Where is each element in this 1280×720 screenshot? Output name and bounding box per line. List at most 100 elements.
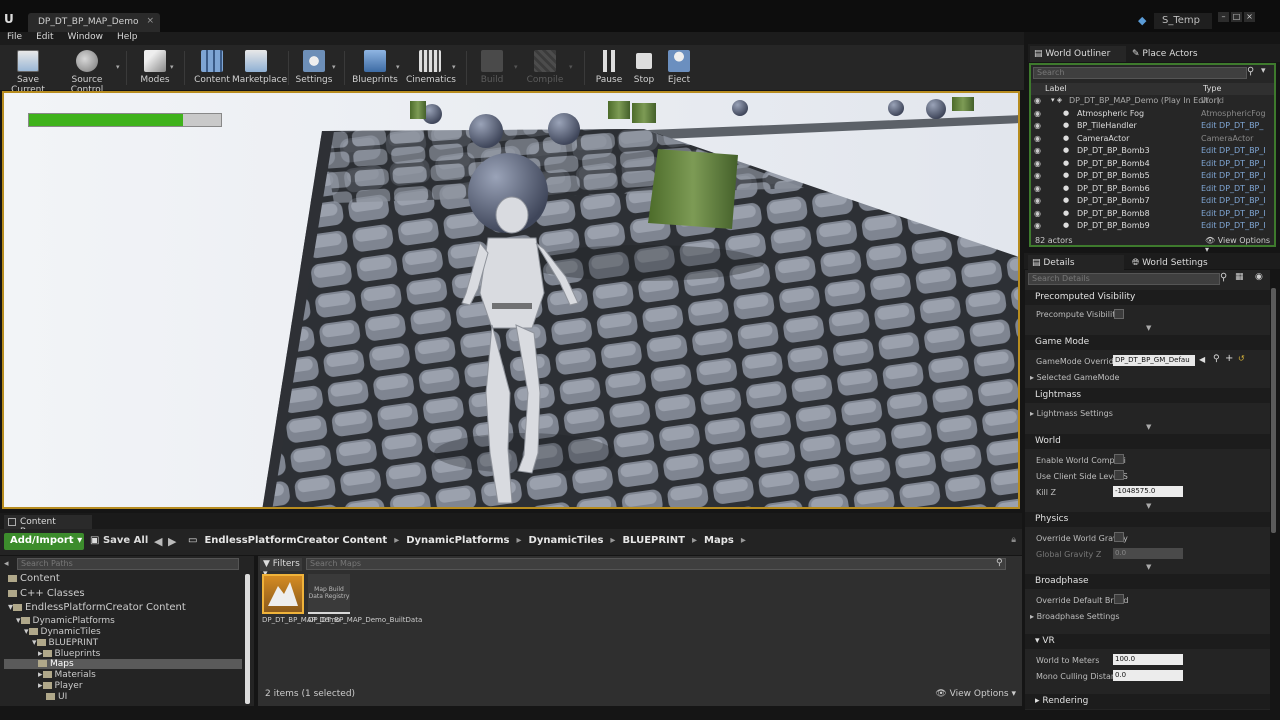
add-import-button[interactable]: Add/Import ▾ [4,533,84,550]
actor-type[interactable]: Edit DP_DT_BP_I [1201,209,1266,218]
tree-item-content[interactable]: Content [8,573,60,584]
cinematics-button[interactable]: Cinematics [406,45,456,90]
visibility-eye-icon[interactable]: ◉ [1034,134,1041,143]
actor-type[interactable]: Edit DP_DT_BP_I [1201,171,1266,180]
client-side-level-checkbox[interactable] [1114,470,1124,480]
maximize-icon[interactable]: □ [1231,12,1242,22]
tree-item-dynamic-tiles[interactable]: ▾ DynamicTiles [24,627,101,637]
tree-item-player[interactable]: ▸ Player [38,681,83,691]
sources-scrollbar[interactable] [245,574,250,704]
blueprints-dropdown-icon[interactable]: ▾ [396,63,400,71]
tree-item-epc-content[interactable]: ▾ EndlessPlatformCreator Content [8,602,186,613]
breadcrumb-item[interactable]: EndlessPlatformCreator Content [204,535,387,546]
back-arrow-icon[interactable]: ◀ [154,535,162,548]
build-dropdown-icon[interactable]: ▾ [514,63,518,71]
tab-world-outliner[interactable]: ▤ World Outliner [1030,46,1126,62]
details-search-input[interactable]: Search Details [1028,273,1220,285]
save-current-button[interactable]: Save Current [2,45,54,95]
asset-built-data[interactable]: Map Build Data Registry DP_DT_BP_MAP_Dem… [308,574,422,642]
tree-item-materials[interactable]: ▸ Materials [38,670,96,680]
tree-item-ui[interactable]: UI [46,692,67,702]
eject-button[interactable]: Eject [662,45,696,90]
visibility-eye-icon[interactable]: ◉ [1034,184,1041,193]
search-icon[interactable]: ⚲ [1213,354,1220,364]
breadcrumb-arrow-icon[interactable]: ▸ [394,535,399,546]
reset-icon[interactable]: ↺ [1238,354,1245,363]
eye-icon[interactable]: ◉ [1255,272,1263,282]
outliner-search-input[interactable]: Search [1033,67,1247,79]
visibility-eye-icon[interactable]: ◉ [1034,159,1041,168]
gamemode-override-select[interactable]: DP_DT_BP_GM_Defau [1113,355,1195,366]
details-scrollbar[interactable] [1271,288,1276,533]
visibility-eye-icon[interactable]: ◉ [1034,196,1041,205]
visibility-eye-icon[interactable]: ◉ [1034,109,1041,118]
breadcrumb-arrow-icon[interactable]: ▸ [692,535,697,546]
grid-view-icon[interactable]: ▦ [1235,272,1244,282]
browse-arrow-icon[interactable]: ◀ [1199,355,1205,364]
actor-type[interactable]: Edit DP_DT_BP_I [1201,159,1266,168]
breadcrumb-item[interactable]: DynamicTiles [529,535,604,546]
compile-button[interactable]: Compile [524,45,566,90]
modes-dropdown-icon[interactable]: ▾ [170,63,174,71]
world-composition-checkbox[interactable] [1114,454,1124,464]
category-vr[interactable]: ▾ VR [1025,634,1270,649]
lock-icon[interactable]: 🔒︎ [1011,535,1016,545]
level-tab[interactable]: DP_DT_BP_MAP_Demo × [28,13,160,32]
outliner-row[interactable]: ◉ ● DP_DT_BP_Bomb5 Edit DP_DT_BP_I [1031,171,1274,184]
tab-world-settings[interactable]: 🌐︎ World Settings [1128,255,1228,271]
close-window-icon[interactable]: × [1244,12,1255,22]
cinematics-dropdown-icon[interactable]: ▾ [452,63,456,71]
kill-z-input[interactable]: -1048575.0 [1113,486,1183,497]
stop-button[interactable]: Stop [628,45,660,90]
prop-selected-gamemode[interactable]: ▸ Selected GameMode [1030,373,1119,382]
search-maps-input[interactable]: Search Maps [306,558,1006,570]
breadcrumb-item[interactable]: DynamicPlatforms [406,535,509,546]
category-rendering[interactable]: ▸ Rendering [1025,694,1270,709]
forward-arrow-icon[interactable]: ▶ [168,535,176,548]
outliner-row[interactable]: ◉ ● DP_DT_BP_Bomb3 Edit DP_DT_BP_I [1031,146,1274,159]
category-game-mode[interactable]: Game Mode [1025,335,1270,350]
category-lightmass[interactable]: Lightmass [1025,388,1270,403]
mono-culling-input[interactable]: 0.0 [1113,670,1183,681]
override-gravity-checkbox[interactable] [1114,532,1124,542]
actor-type[interactable]: Edit DP_DT_BP_I [1201,184,1266,193]
expand-arrow-icon[interactable]: ▼ [1146,563,1151,571]
column-type[interactable]: Type [1203,84,1221,93]
global-gravity-input[interactable]: 0.0 [1113,548,1183,559]
breadcrumb-item[interactable]: Maps [704,535,734,546]
outliner-row[interactable]: ◉ ● BP_TileHandler Edit DP_DT_BP_ [1031,121,1274,134]
content-browser-tab[interactable]: Content Browser [4,515,92,537]
tree-item-dynamic-platforms[interactable]: ▾ DynamicPlatforms [16,616,115,626]
close-tab-icon[interactable]: × [146,16,154,26]
outliner-options-icon[interactable]: ▾ [1261,66,1266,76]
visibility-eye-icon[interactable]: ◉ [1034,121,1041,130]
level-viewport[interactable] [2,91,1020,509]
content-button[interactable]: Content [192,45,232,90]
outliner-view-options[interactable]: 👁︎ View Options ▾ [1205,236,1274,254]
filters-button[interactable]: ▼ Filters ▾ [260,558,302,579]
asset-map-demo[interactable]: DP_DT_BP_MAP_Demo [262,574,340,642]
tree-item-blueprint[interactable]: ▾ BLUEPRINT [32,638,98,648]
menu-window[interactable]: Window [68,32,104,45]
marketplace-button[interactable]: Marketplace [232,45,287,90]
breadcrumb-item[interactable]: BLUEPRINT [622,535,685,546]
menu-help[interactable]: Help [117,32,138,45]
outliner-row[interactable]: ◉ ● DP_DT_BP_Bomb6 Edit DP_DT_BP_I [1031,184,1274,197]
breadcrumb-arrow-icon[interactable]: ▸ [517,535,522,546]
category-precomputed-visibility[interactable]: Precomputed Visibility [1025,290,1270,305]
category-broadphase[interactable]: Broadphase [1025,574,1270,589]
visibility-eye-icon[interactable]: ◉ [1034,221,1041,230]
outliner-row[interactable]: ◉ ● DP_DT_BP_Bomb8 Edit DP_DT_BP_I [1031,209,1274,222]
prop-lightmass-settings[interactable]: ▸ Lightmass Settings [1030,409,1113,418]
breadcrumb-arrow-icon[interactable]: ▸ [741,535,746,546]
breadcrumb-arrow-icon[interactable]: ▸ [610,535,615,546]
settings-dropdown-icon[interactable]: ▾ [332,63,336,71]
outliner-row[interactable]: ◉ ● Atmospheric Fog AtmosphericFog [1031,109,1274,122]
tab-details[interactable]: ▤ Details [1028,255,1124,271]
outliner-row[interactable]: ◉ ● DP_DT_BP_Bomb4 Edit DP_DT_BP_I [1031,159,1274,172]
tree-item-blueprints[interactable]: ▸ Blueprints [38,649,100,659]
precompute-visibility-checkbox[interactable] [1114,309,1124,319]
actor-type[interactable]: Edit DP_DT_BP_I [1201,196,1266,205]
menu-file[interactable]: File [7,32,22,45]
outliner-row[interactable]: ◉ ▾ ◈ DP_DT_BP_MAP_Demo (Play In Editor) Wo… [1031,96,1274,109]
